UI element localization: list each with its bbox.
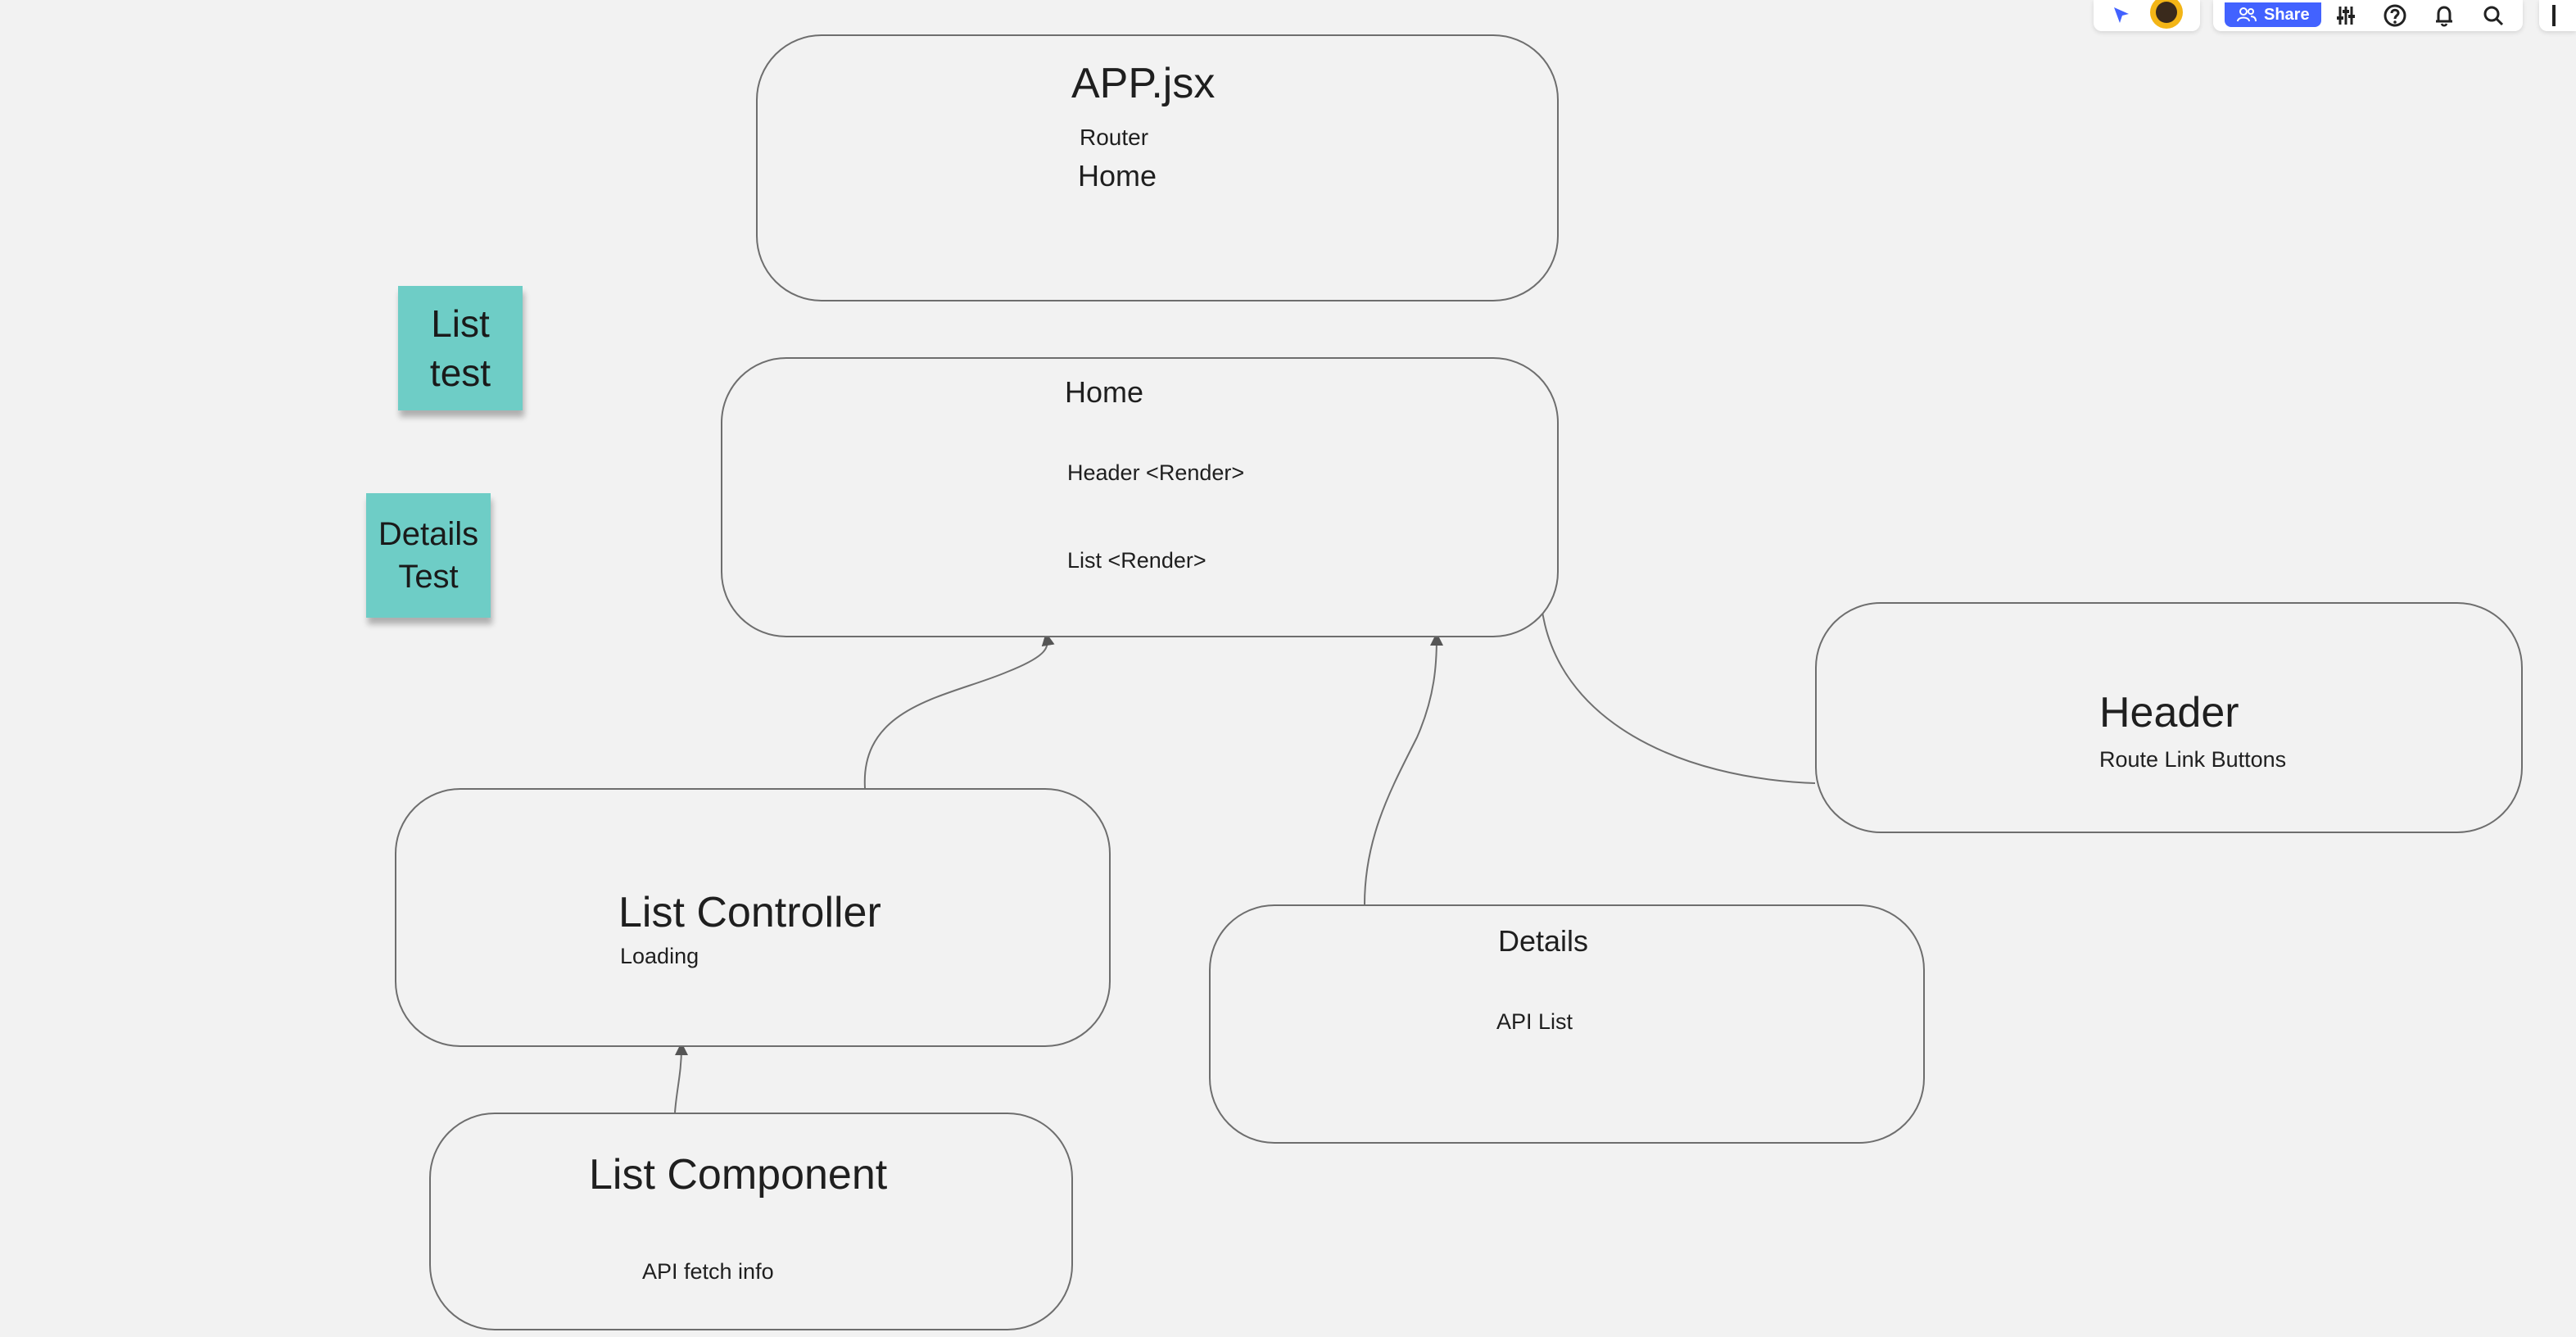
share-button-label: Share [2264, 5, 2310, 24]
connector-list-component-to-list-controller[interactable] [674, 1042, 688, 1113]
sticky-note-list-test[interactable]: List test [398, 286, 523, 410]
home-title: Home [1065, 375, 1144, 409]
share-button[interactable]: Share [2225, 2, 2321, 27]
help-icon[interactable] [2379, 2, 2411, 29]
sticky-details-test-line1: Details [378, 516, 479, 552]
sticky-list-test-line2: test [429, 351, 491, 394]
details-title: Details [1498, 924, 1589, 958]
sticky-note-details-test[interactable]: Details Test [366, 493, 491, 618]
collaborators-toolbar [2094, 0, 2200, 31]
avatar-face-icon [2155, 2, 2177, 23]
search-icon[interactable] [2477, 2, 2510, 29]
sticky-details-test-line2: Test [398, 559, 459, 595]
settings-sliders-icon[interactable] [2329, 2, 2362, 29]
users-icon [2237, 7, 2257, 22]
notifications-bell-icon[interactable] [2428, 2, 2461, 29]
panel-toggle-icon [2552, 5, 2556, 26]
list-component-api-fetch-text: API fetch info [642, 1259, 774, 1284]
details-api-list-text: API List [1496, 1009, 1573, 1034]
app-jsx-title: APP.jsx [1071, 60, 1216, 107]
panel-toggle-toolbar[interactable] [2539, 0, 2576, 31]
app-jsx-router-text: Router [1080, 125, 1149, 150]
home-list-render-text: List <Render> [1067, 548, 1207, 573]
connector-list-controller-to-home[interactable] [863, 632, 1055, 789]
app-jsx-home-text: Home [1078, 159, 1157, 193]
header-route-link-buttons-text: Route Link Buttons [2099, 747, 2287, 772]
whiteboard-canvas[interactable]: APP.jsx Router Home Home Header <Render>… [0, 0, 2576, 1337]
list-component-title: List Component [589, 1151, 888, 1199]
avatar[interactable] [2149, 0, 2183, 29]
home-header-render-text: Header <Render> [1067, 460, 1245, 485]
list-controller-title: List Controller [618, 889, 881, 936]
connector-header-to-home[interactable] [1533, 583, 1816, 784]
list-controller-loading-text: Loading [620, 944, 699, 968]
connector-details-to-home[interactable] [1364, 632, 1443, 905]
list-component-shape[interactable] [429, 1113, 1073, 1330]
sticky-list-test-line1: List [431, 302, 490, 345]
board-actions-toolbar: Share [2213, 0, 2523, 31]
header-title: Header [2099, 689, 2239, 736]
cursor-pointer-icon[interactable] [2111, 5, 2132, 26]
